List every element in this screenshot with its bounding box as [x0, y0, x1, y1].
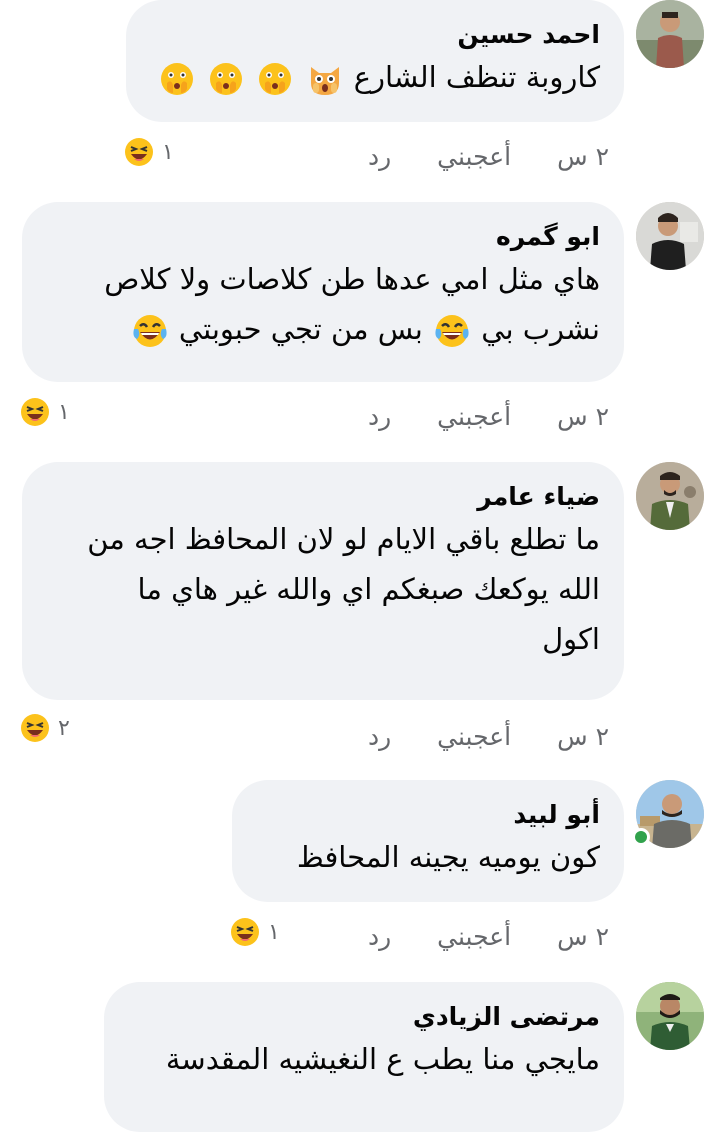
comment-text-line: كاروبة تنظف الشارع: [353, 60, 600, 94]
comment-bubble: احمد حسين كاروبة تنظف الشارع: [126, 0, 624, 122]
comment-bubble: ابو گمره هاي مثل امي عدها طن كلاصات ولا …: [22, 202, 624, 382]
comment-author[interactable]: ضياء عامر: [46, 480, 600, 514]
comment-text-line: ما تطلع باقي الايام لو لان المحافظ اجه م…: [87, 522, 600, 556]
laughing-squint-emoji: [20, 397, 50, 427]
comment-text: كاروبة تنظف الشارع: [150, 52, 600, 102]
laughing-squint-emoji: [20, 713, 50, 743]
comment-text-line: اكول: [542, 622, 600, 656]
reaction-count: ١: [162, 139, 174, 165]
comment-author[interactable]: أبو لبيد: [256, 798, 600, 832]
comment-time[interactable]: ٢ س: [557, 142, 609, 171]
tears-of-joy-emoji: [132, 313, 168, 349]
avatar[interactable]: [636, 982, 704, 1050]
shocked-cat-emoji: [307, 61, 343, 97]
comment-text: ما تطلع باقي الايام لو لان المحافظ اجه م…: [46, 514, 600, 664]
comment-text: هاي مثل امي عدها طن كلاصات ولا كلاص نشرب…: [46, 254, 600, 354]
reaction-count: ١: [58, 399, 70, 425]
like-button[interactable]: أعجبني: [437, 722, 511, 751]
comment-time[interactable]: ٢ س: [557, 402, 609, 431]
comment-bubble: مرتضى الزيادي مايجي منا يطب ع النغيشيه ا…: [104, 982, 624, 1132]
comment-bubble: أبو لبيد كون يوميه يجينه المحافظ: [232, 780, 624, 902]
reaction-count: ١: [268, 919, 280, 945]
comment-text-line: كون يوميه يجينه المحافظ: [296, 840, 600, 874]
like-button[interactable]: أعجبني: [437, 922, 511, 951]
comment-text-line: مايجي منا يطب ع النغيشيه المقدسة: [165, 1042, 600, 1076]
laughing-squint-emoji: [124, 137, 154, 167]
comment-time[interactable]: ٢ س: [557, 922, 609, 951]
comment-actions: ٢ س أعجبني رد: [322, 136, 609, 176]
comment-text: كون يوميه يجينه المحافظ: [256, 832, 600, 882]
comment-text-line: نشرب بي بس من تجي حبوبتي: [46, 304, 600, 354]
comment-text-fragment: بس من تجي حبوبتي: [178, 312, 423, 346]
reaction-summary[interactable]: ١: [20, 392, 70, 432]
comment-author[interactable]: ابو گمره: [46, 220, 600, 254]
face-hand-over-mouth-emoji: [159, 61, 195, 97]
avatar[interactable]: [636, 462, 704, 530]
reaction-summary[interactable]: ١: [230, 912, 280, 952]
online-status-indicator: [632, 828, 650, 846]
comment-actions: ٢ س أعجبني رد: [322, 916, 609, 956]
comment-text-line: هاي مثل امي عدها طن كلاصات ولا كلاص: [104, 262, 600, 296]
comment-text: مايجي منا يطب ع النغيشيه المقدسة: [128, 1034, 600, 1084]
comment-actions: ٢ س أعجبني رد: [322, 716, 609, 756]
reply-button[interactable]: رد: [368, 402, 391, 431]
comment-bubble: ضياء عامر ما تطلع باقي الايام لو لان الم…: [22, 462, 624, 700]
comment-text-fragment: نشرب بي: [481, 312, 600, 346]
comment-author[interactable]: مرتضى الزيادي: [128, 1000, 600, 1034]
like-button[interactable]: أعجبني: [437, 402, 511, 431]
comment-actions: ٢ س أعجبني رد: [322, 396, 609, 436]
reply-button[interactable]: رد: [368, 142, 391, 171]
face-hand-over-mouth-emoji: [257, 61, 293, 97]
comment-time[interactable]: ٢ س: [557, 722, 609, 751]
reaction-summary[interactable]: ١: [124, 132, 174, 172]
reaction-summary[interactable]: ٢: [20, 708, 70, 748]
laughing-squint-emoji: [230, 917, 260, 947]
face-hand-over-mouth-emoji: [208, 61, 244, 97]
reply-button[interactable]: رد: [368, 922, 391, 951]
tears-of-joy-emoji: [434, 313, 470, 349]
reply-button[interactable]: رد: [368, 722, 391, 751]
like-button[interactable]: أعجبني: [437, 142, 511, 171]
avatar[interactable]: [636, 202, 704, 270]
avatar[interactable]: [636, 0, 704, 68]
comment-author[interactable]: احمد حسين: [150, 18, 600, 52]
comment-text-line: الله يوكعك صبغكم اي والله غير هاي ما: [137, 572, 600, 606]
reaction-count: ٢: [58, 715, 70, 741]
